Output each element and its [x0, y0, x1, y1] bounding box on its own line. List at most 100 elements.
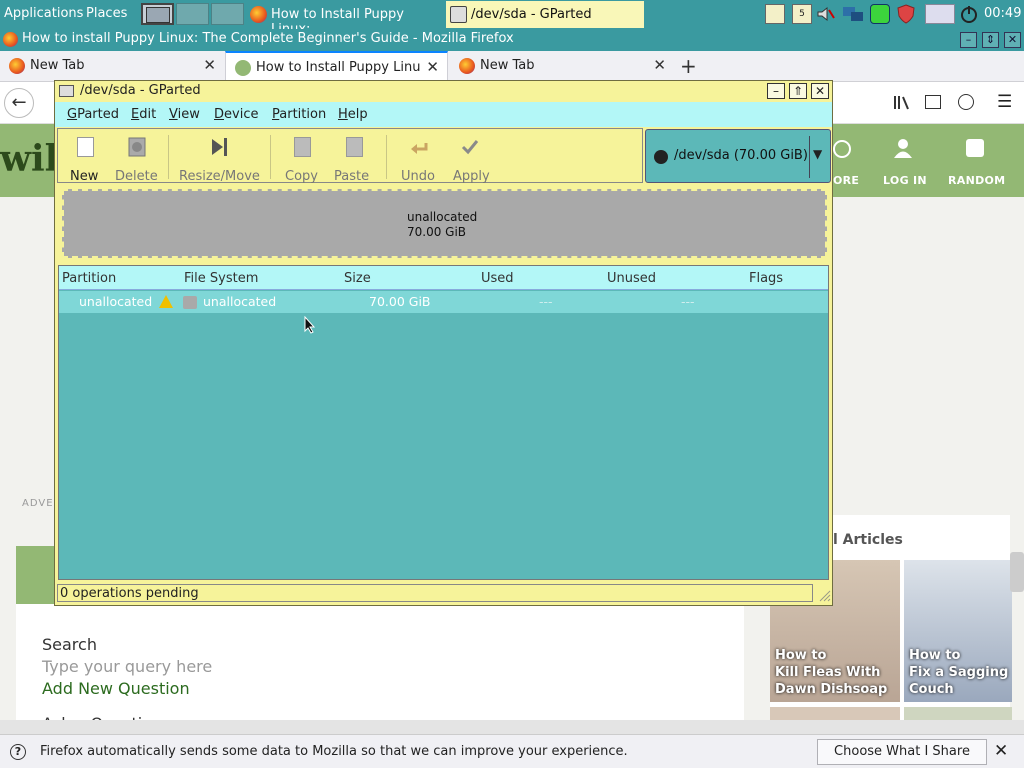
firefox-icon — [9, 58, 25, 74]
close-tab-icon[interactable]: ✕ — [203, 56, 216, 74]
table-row[interactable]: unallocated unallocated 70.00 GiB --- --… — [59, 291, 828, 313]
menu-icon[interactable]: ☰ — [997, 92, 1012, 112]
column-flags[interactable]: Flags — [749, 271, 783, 286]
column-used[interactable]: Used — [481, 271, 514, 286]
copy-icon — [294, 137, 311, 157]
add-question-link[interactable]: Add New Question — [42, 679, 190, 698]
maximize-button[interactable]: ⇑ — [789, 83, 807, 99]
nav-login[interactable]: LOG IN — [883, 174, 927, 187]
search-label: Search — [42, 635, 97, 654]
network-icon[interactable] — [842, 4, 863, 24]
applications-menu[interactable]: Applications — [4, 6, 83, 21]
gparted-window: /dev/sda - GParted – ⇑ ✕ GParted Edit Vi… — [54, 80, 833, 606]
status-bar: 0 operations pending — [57, 584, 813, 602]
menu-help[interactable]: Help — [338, 107, 368, 122]
vertical-scrollbar[interactable] — [1010, 552, 1024, 592]
user-icon[interactable] — [893, 137, 913, 159]
window-title: How to install Puppy Linux: The Complete… — [22, 31, 514, 46]
resize-move-icon — [211, 137, 228, 157]
places-menu[interactable]: Places — [86, 6, 127, 21]
workspace-1[interactable] — [141, 3, 174, 25]
disk-icon — [654, 150, 668, 164]
top-panel: Applications Places How to Install Puppy… — [0, 0, 1024, 37]
resize-move-button[interactable]: Resize/Move — [179, 169, 260, 184]
close-button[interactable]: ✕ — [1004, 32, 1021, 48]
explore-icon[interactable] — [833, 140, 851, 158]
cell-partition: unallocated — [79, 294, 153, 309]
tab-bar: New Tab ✕ How to Install Puppy Linu ✕ Ne… — [0, 51, 1024, 82]
menu-partition[interactable]: Partition — [272, 107, 326, 122]
firewall-shield-icon[interactable] — [896, 4, 916, 24]
disk-map[interactable]: unallocated 70.00 GiB — [62, 189, 827, 258]
cell-size: 70.00 GiB — [369, 294, 431, 309]
delete-icon — [128, 137, 146, 157]
cell-filesystem: unallocated — [203, 294, 277, 309]
gparted-title: /dev/sda - GParted — [80, 83, 201, 98]
related-article-thumb[interactable] — [904, 707, 1012, 720]
nav-random[interactable]: RANDOM — [948, 174, 1005, 187]
diskmap-size: 70.00 GiB — [407, 225, 467, 239]
close-tab-icon[interactable]: ✕ — [653, 56, 666, 74]
minimize-button[interactable]: – — [960, 32, 977, 48]
tab-puppy-linux[interactable]: How to Install Puppy Linu ✕ — [225, 51, 448, 82]
column-size[interactable]: Size — [344, 271, 371, 286]
paste-button[interactable]: Paste — [334, 169, 369, 184]
minimize-button[interactable]: – — [767, 83, 785, 99]
menu-view[interactable]: View — [169, 107, 200, 122]
menu-gparted[interactable]: GParted — [67, 107, 119, 122]
resize-grip-icon[interactable] — [817, 588, 831, 602]
gparted-menubar: GParted Edit View Device Partition Help — [55, 102, 832, 127]
undo-icon — [410, 137, 428, 157]
horizontal-scrollbar[interactable] — [0, 720, 1024, 734]
close-button[interactable]: ✕ — [811, 83, 829, 99]
wikihow-icon — [235, 60, 251, 76]
taskbar-firefox[interactable]: How to Install Puppy Linux: — [246, 1, 443, 37]
back-button[interactable]: ← — [4, 88, 34, 118]
choose-what-i-share-button[interactable]: Choose What I Share — [817, 739, 987, 765]
paste-icon — [346, 137, 363, 157]
firefox-titlebar: How to install Puppy Linux: The Complete… — [0, 29, 1024, 51]
device-selector[interactable]: /dev/sda (70.00 GiB) ▼ — [645, 129, 831, 183]
close-tab-icon[interactable]: ✕ — [426, 58, 439, 76]
account-icon[interactable] — [958, 94, 974, 110]
advertisement-label: ADVE — [22, 498, 54, 509]
clock[interactable]: 00:49 — [984, 6, 1021, 21]
new-button[interactable]: New — [70, 169, 98, 184]
nav-more[interactable]: ORE — [833, 174, 859, 187]
new-tab-button[interactable]: + — [680, 54, 697, 78]
gparted-titlebar[interactable]: /dev/sda - GParted – ⇑ ✕ — [55, 81, 832, 102]
related-articles-title: l Articles — [833, 532, 903, 548]
taskbar-gparted[interactable]: /dev/sda - GParted — [446, 1, 644, 28]
related-article-card[interactable]: How to Fix a Sagging Couch — [904, 560, 1012, 702]
power-icon[interactable] — [959, 4, 979, 24]
apply-check-icon — [461, 137, 479, 157]
tab-new-2[interactable]: New Tab ✕ — [450, 51, 674, 82]
menu-edit[interactable]: Edit — [131, 107, 156, 122]
query-input[interactable]: Type your query here — [42, 657, 212, 676]
clipboard-icon[interactable]: 5 — [792, 4, 812, 24]
volume-muted-icon[interactable] — [815, 4, 835, 24]
column-filesystem[interactable]: File System — [184, 271, 258, 286]
maximize-button[interactable]: ⇕ — [982, 32, 999, 48]
column-partition[interactable]: Partition — [62, 271, 116, 286]
menu-device[interactable]: Device — [214, 107, 258, 122]
copy-button[interactable]: Copy — [285, 169, 318, 184]
close-icon[interactable]: ✕ — [994, 741, 1008, 761]
cell-unused: --- — [681, 294, 695, 309]
notes-icon[interactable] — [765, 4, 785, 24]
notification-bar: ? Firefox automatically sends some data … — [0, 734, 1024, 768]
column-unused[interactable]: Unused — [607, 271, 656, 286]
sidebar-icon[interactable] — [925, 95, 941, 109]
partition-table-header: Partition File System Size Used Unused F… — [59, 266, 828, 290]
delete-button[interactable]: Delete — [115, 169, 158, 184]
drive-icon[interactable] — [870, 4, 890, 24]
library-icon[interactable] — [893, 94, 911, 110]
workspace-3[interactable] — [211, 3, 244, 25]
undo-button[interactable]: Undo — [401, 169, 435, 184]
dice-icon[interactable] — [966, 139, 984, 157]
tab-new-1[interactable]: New Tab ✕ — [0, 51, 224, 82]
related-article-thumb[interactable] — [770, 707, 900, 720]
apply-button[interactable]: Apply — [453, 169, 490, 184]
firefox-icon — [3, 32, 18, 47]
workspace-2[interactable] — [176, 3, 209, 25]
